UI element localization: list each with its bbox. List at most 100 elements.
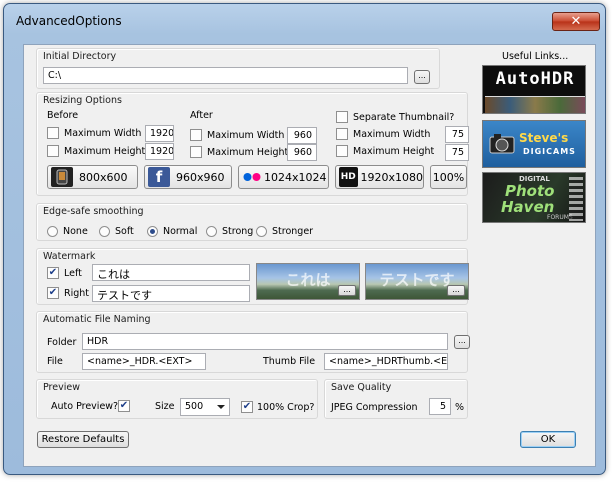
smoothing-normal-label: Normal bbox=[163, 226, 198, 237]
edge-safe-smoothing-legend: Edge-safe smoothing bbox=[43, 206, 144, 217]
preset-800x600-button[interactable]: 800x600 bbox=[47, 165, 138, 189]
watermark-right-input[interactable]: テストです bbox=[92, 285, 250, 302]
auto-preview-checkbox[interactable]: ✔ bbox=[118, 400, 130, 412]
smoothing-soft-label: Soft bbox=[115, 226, 134, 237]
automatic-file-naming-group: Automatic File Naming Folder HDR ... Fil… bbox=[36, 311, 470, 373]
chevron-down-icon bbox=[217, 405, 225, 409]
checkmark-icon: ✔ bbox=[48, 287, 58, 298]
watermark-right-image-button[interactable]: ... bbox=[447, 285, 465, 296]
before-max-height-checkbox[interactable] bbox=[47, 145, 59, 157]
restore-defaults-button[interactable]: Restore Defaults bbox=[37, 431, 129, 448]
resizing-options-legend: Resizing Options bbox=[43, 95, 122, 106]
after-max-height-input[interactable]: 960 bbox=[287, 144, 317, 161]
radio-selected-dot bbox=[150, 229, 155, 234]
watermark-left-checkbox[interactable]: ✔ bbox=[47, 267, 59, 279]
facebook-icon: f bbox=[148, 167, 170, 187]
crop-label: 100% Crop? bbox=[257, 402, 315, 413]
watermark-legend: Watermark bbox=[43, 251, 96, 262]
initial-directory-browse-button[interactable]: ... bbox=[414, 70, 430, 84]
smoothing-strong-radio[interactable] bbox=[206, 226, 217, 237]
size-label: Size bbox=[155, 401, 175, 412]
edge-safe-smoothing-group: Edge-safe smoothing None Soft Normal Str… bbox=[36, 203, 468, 241]
watermark-left-input[interactable]: これは bbox=[92, 264, 250, 281]
watermark-group: Watermark ✔ Left これは ✔ Right テストです これは .… bbox=[36, 248, 469, 305]
autohdr-thumbnails-image bbox=[485, 96, 585, 113]
before-max-height-input[interactable]: 1920 bbox=[145, 143, 174, 160]
preset-800x600-label: 800x600 bbox=[79, 170, 128, 184]
preset-1920x1080-button[interactable]: HD 1920x1080 bbox=[335, 165, 424, 189]
after-max-width-input[interactable]: 960 bbox=[287, 127, 317, 144]
thumb-max-width-checkbox[interactable] bbox=[336, 128, 348, 140]
steves-digicams-link[interactable]: Steve's DIGICAMS bbox=[482, 120, 586, 168]
ok-button[interactable]: OK bbox=[520, 431, 576, 448]
initial-directory-input[interactable]: C:\ bbox=[43, 67, 408, 84]
after-max-width-checkbox[interactable] bbox=[190, 129, 202, 141]
initial-directory-legend: Initial Directory bbox=[43, 51, 117, 62]
save-quality-legend: Save Quality bbox=[331, 382, 392, 393]
thumb-max-height-label: Maximum Height bbox=[353, 146, 435, 157]
before-max-width-input[interactable]: 1920 bbox=[145, 125, 174, 142]
preset-100-percent-label: 100% bbox=[432, 170, 465, 184]
smoothing-none-radio[interactable] bbox=[47, 226, 58, 237]
watermark-right-label: Right bbox=[64, 288, 90, 299]
after-max-width-label: Maximum Width bbox=[207, 130, 285, 141]
dialog-client: Initial Directory C:\ ... Resizing Optio… bbox=[23, 44, 596, 467]
separate-thumbnail-checkbox[interactable] bbox=[336, 111, 348, 123]
useful-links-title: Useful Links... bbox=[502, 51, 569, 62]
autohdr-logo-text: AutoHDR bbox=[495, 69, 575, 89]
jpeg-compression-label: JPEG Compression bbox=[331, 402, 418, 413]
crop-checkbox[interactable]: ✔ bbox=[241, 401, 253, 413]
steves-logo-text: Steve's bbox=[519, 131, 569, 145]
smoothing-stronger-label: Stronger bbox=[272, 226, 314, 237]
preset-1920x1080-label: 1920x1080 bbox=[360, 170, 424, 184]
percent-unit-label: % bbox=[455, 402, 465, 413]
phone-icon bbox=[51, 167, 73, 187]
thumb-file-label: Thumb File bbox=[263, 356, 316, 367]
smoothing-normal-radio[interactable] bbox=[147, 226, 158, 237]
folder-label: Folder bbox=[47, 337, 77, 348]
digicams-logo-text: DIGICAMS bbox=[523, 147, 576, 156]
thumb-file-name-input[interactable]: <name>_HDRThumb.<EXT> bbox=[324, 353, 448, 370]
watermark-right-preview: テストです ... bbox=[365, 263, 469, 300]
preview-legend: Preview bbox=[43, 382, 80, 393]
digital-photo-haven-link[interactable]: DIGITAL Photo Haven FORUMS bbox=[482, 172, 586, 223]
dialog-window: AdvancedOptions ✕ Initial Directory C:\ … bbox=[3, 3, 606, 475]
autohdr-link[interactable]: AutoHDR bbox=[482, 65, 586, 114]
close-button[interactable]: ✕ bbox=[552, 12, 600, 31]
before-label: Before bbox=[47, 110, 79, 121]
file-name-input[interactable]: <name>_HDR.<EXT> bbox=[82, 353, 206, 370]
smoothing-none-label: None bbox=[63, 226, 88, 237]
save-quality-group: Save Quality JPEG Compression 5 % bbox=[324, 379, 468, 419]
film-strip-decoration bbox=[569, 177, 583, 221]
before-max-width-checkbox[interactable] bbox=[47, 127, 59, 139]
hd-icon: HD bbox=[339, 167, 358, 187]
preview-group: Preview Auto Preview? ✔ Size 500 ✔ 100% … bbox=[36, 379, 318, 419]
after-max-height-checkbox[interactable] bbox=[190, 146, 202, 158]
window-title: AdvancedOptions bbox=[16, 14, 122, 28]
folder-browse-button[interactable]: ... bbox=[454, 335, 470, 349]
preview-size-select[interactable]: 500 bbox=[180, 398, 230, 416]
jpeg-compression-input[interactable]: 5 bbox=[429, 398, 451, 415]
flickr-icon bbox=[242, 167, 262, 187]
watermark-right-checkbox[interactable]: ✔ bbox=[47, 287, 59, 299]
preset-100-percent-button[interactable]: 100% bbox=[430, 165, 467, 189]
thumb-max-width-input[interactable]: 75 bbox=[445, 126, 469, 143]
separate-thumbnail-label: Separate Thumbnail? bbox=[353, 112, 455, 123]
preset-960x960-button[interactable]: f 960x960 bbox=[144, 165, 232, 189]
file-label: File bbox=[47, 356, 63, 367]
smoothing-strong-label: Strong bbox=[222, 226, 254, 237]
watermark-left-image-button[interactable]: ... bbox=[338, 285, 356, 296]
automatic-file-naming-legend: Automatic File Naming bbox=[43, 314, 151, 325]
thumb-max-height-checkbox[interactable] bbox=[336, 145, 348, 157]
preset-1024x1024-label: 1024x1024 bbox=[264, 170, 327, 184]
preset-1024x1024-button[interactable]: 1024x1024 bbox=[238, 165, 329, 189]
smoothing-soft-radio[interactable] bbox=[99, 226, 110, 237]
checkmark-icon: ✔ bbox=[242, 401, 252, 412]
after-label: After bbox=[190, 110, 213, 121]
folder-input[interactable]: HDR bbox=[82, 333, 448, 350]
after-max-height-label: Maximum Height bbox=[207, 147, 289, 158]
thumb-max-width-label: Maximum Width bbox=[353, 129, 431, 140]
smoothing-stronger-radio[interactable] bbox=[256, 226, 267, 237]
preview-size-value: 500 bbox=[185, 401, 204, 412]
thumb-max-height-input[interactable]: 75 bbox=[445, 144, 469, 161]
